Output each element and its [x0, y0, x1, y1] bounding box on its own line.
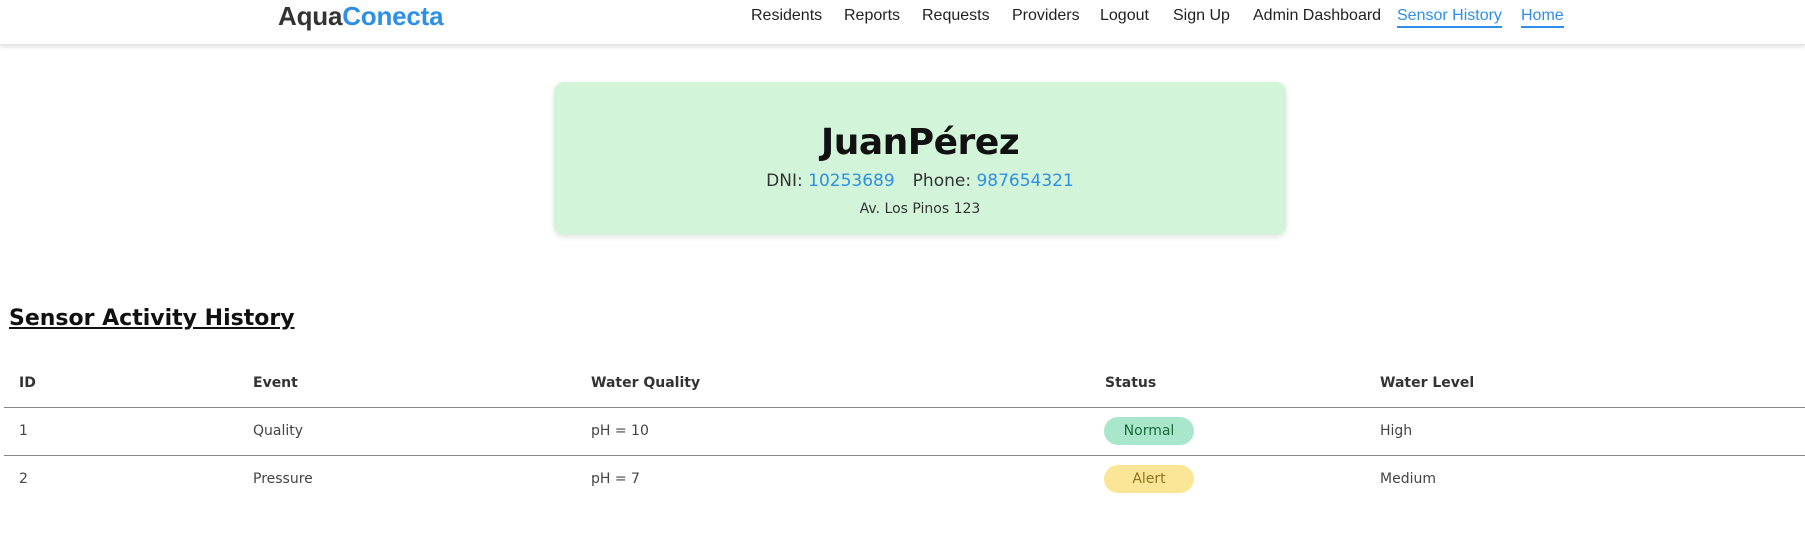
- row-event: Pressure: [253, 471, 313, 487]
- row-water-quality: pH = 10: [591, 423, 649, 439]
- row-id: 1: [19, 423, 28, 439]
- row-event: Quality: [253, 423, 304, 439]
- table-header: ID Event Water Quality Status Water Leve…: [4, 360, 1805, 408]
- status-badge: Alert: [1104, 465, 1194, 493]
- header-water-quality: Water Quality: [591, 375, 701, 391]
- row-water-level: Medium: [1380, 471, 1436, 487]
- nav-requests[interactable]: Requests: [922, 7, 990, 25]
- header-water-level: Water Level: [1380, 375, 1475, 391]
- dni-value: 10253689: [808, 171, 895, 191]
- table-row: 1 Quality pH = 10 Normal High: [4, 408, 1805, 456]
- nav-providers[interactable]: Providers: [1012, 7, 1080, 25]
- status-badge: Normal: [1104, 417, 1194, 445]
- nav-home[interactable]: Home: [1521, 7, 1564, 28]
- row-water-quality: pH = 7: [591, 471, 640, 487]
- resident-card: JuanPérez DNI: 10253689 Phone: 987654321 …: [554, 82, 1286, 235]
- row-id: 2: [19, 471, 28, 487]
- nav-sensor-history[interactable]: Sensor History: [1397, 7, 1502, 28]
- nav-logout[interactable]: Logout: [1100, 7, 1149, 25]
- nav-menu: Residents Reports Requests Providers Log…: [0, 7, 1805, 31]
- header-event: Event: [253, 375, 298, 391]
- dni-label: DNI:: [766, 171, 803, 191]
- header-status: Status: [1105, 375, 1157, 391]
- top-navbar: AquaConecta Residents Reports Requests P…: [0, 0, 1805, 45]
- row-water-level: High: [1380, 423, 1413, 439]
- phone-value: 987654321: [976, 171, 1074, 191]
- row-status: Alert: [1104, 456, 1194, 503]
- row-status: Normal: [1104, 408, 1194, 455]
- nav-residents[interactable]: Residents: [751, 7, 822, 25]
- section-title: Sensor Activity History: [9, 306, 295, 331]
- phone-label: Phone:: [912, 171, 972, 191]
- sensor-history-table: ID Event Water Quality Status Water Leve…: [4, 360, 1805, 503]
- nav-admin-dashboard[interactable]: Admin Dashboard: [1253, 7, 1381, 25]
- header-id: ID: [19, 375, 36, 391]
- resident-ids: DNI: 10253689 Phone: 987654321: [554, 171, 1286, 191]
- resident-name: JuanPérez: [820, 122, 1020, 163]
- resident-address: Av. Los Pinos 123: [859, 201, 981, 217]
- nav-sign-up[interactable]: Sign Up: [1173, 7, 1230, 25]
- table-row: 2 Pressure pH = 7 Alert Medium: [4, 456, 1805, 503]
- nav-reports[interactable]: Reports: [844, 7, 900, 25]
